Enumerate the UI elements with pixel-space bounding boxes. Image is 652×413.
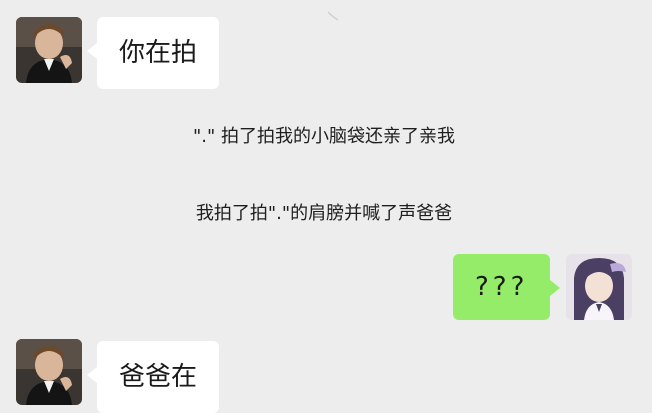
pat-notice: "." 拍了拍我的小脑袋还亲了亲我 [0,122,650,148]
contact-avatar-image [16,339,82,405]
pat-notice: 我拍了拍"."的肩膀并喊了声爸爸 [0,199,650,225]
user-avatar-image [566,254,632,320]
pat-notice-text: "." 拍了拍我的小脑袋还亲了亲我 [192,126,455,147]
top-scroll-indicator [326,8,340,22]
message-bubble-incoming[interactable]: 你在拍 [86,17,220,89]
user-avatar[interactable] [566,254,632,320]
message-text: 你在拍 [119,38,198,68]
contact-avatar[interactable] [16,339,82,405]
contact-avatar[interactable] [16,17,82,83]
contact-avatar-image [16,17,82,83]
message-text: ??? [475,272,529,302]
message-bubble-incoming[interactable]: 爸爸在 [86,341,220,413]
message-text: 爸爸在 [119,362,198,392]
message-bubble-outgoing[interactable]: ??? [453,254,560,320]
pat-notice-text: 我拍了拍"."的肩膀并喊了声爸爸 [195,203,453,224]
